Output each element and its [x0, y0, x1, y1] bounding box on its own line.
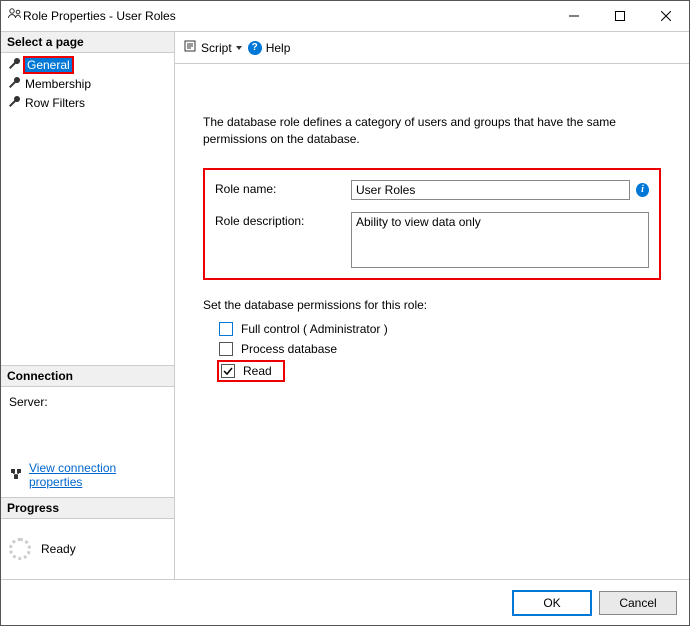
- dialog-window: Role Properties - User Roles Select a pa…: [0, 0, 690, 626]
- window-title: Role Properties - User Roles: [23, 9, 551, 23]
- page-membership[interactable]: Membership: [1, 74, 174, 93]
- connection-section: Connection Server: View connection prope…: [1, 365, 174, 497]
- titlebar: Role Properties - User Roles: [1, 1, 689, 31]
- maximize-button[interactable]: [597, 1, 643, 31]
- cancel-label: Cancel: [619, 596, 656, 610]
- info-icon[interactable]: i: [636, 183, 649, 197]
- perm-label: Process database: [241, 342, 337, 356]
- titlebar-icon: [7, 7, 23, 26]
- role-desc-label: Role description:: [215, 212, 335, 228]
- main-panel: The database role defines a category of …: [175, 64, 689, 579]
- content-toolbar: Script ? Help: [175, 32, 689, 64]
- cancel-button[interactable]: Cancel: [599, 591, 677, 615]
- view-connection-link[interactable]: View connection properties: [29, 461, 166, 489]
- help-button[interactable]: ? Help: [248, 41, 291, 55]
- page-row-filters[interactable]: Row Filters: [1, 93, 174, 112]
- content-area: Script ? Help The database role defines …: [175, 32, 689, 579]
- page-list: General Membership Row Filters: [1, 53, 174, 114]
- connection-header: Connection: [1, 366, 174, 387]
- page-label: Membership: [25, 77, 91, 91]
- script-label: Script: [201, 41, 232, 55]
- wrench-icon: [7, 94, 21, 111]
- progress-section: Progress Ready: [1, 497, 174, 579]
- checkbox-icon: [219, 322, 233, 336]
- server-label: Server:: [9, 395, 166, 409]
- page-label: General: [25, 58, 72, 72]
- wrench-icon: [7, 56, 21, 73]
- progress-ring-icon: [9, 538, 31, 560]
- help-label: Help: [266, 41, 291, 55]
- role-name-block: Role name: i Role description: Ability t…: [203, 168, 661, 280]
- script-button[interactable]: Script: [183, 39, 242, 56]
- wrench-icon: [7, 75, 21, 92]
- page-label: Row Filters: [25, 96, 85, 110]
- minimize-button[interactable]: [551, 1, 597, 31]
- page-general[interactable]: General: [1, 55, 174, 74]
- role-name-input[interactable]: [351, 180, 630, 200]
- permissions-header: Set the database permissions for this ro…: [203, 298, 661, 312]
- role-desc-input[interactable]: Ability to view data only: [351, 212, 649, 268]
- help-icon: ?: [248, 41, 262, 55]
- perm-label: Full control ( Administrator ): [241, 322, 388, 336]
- chevron-down-icon: [236, 46, 242, 50]
- progress-header: Progress: [1, 498, 174, 519]
- perm-read[interactable]: Read: [219, 362, 283, 380]
- perm-full-control[interactable]: Full control ( Administrator ): [219, 322, 661, 336]
- perm-label: Read: [243, 364, 272, 378]
- perm-process-database[interactable]: Process database: [219, 342, 661, 356]
- checkbox-icon: [219, 342, 233, 356]
- progress-status: Ready: [41, 542, 76, 556]
- select-page-header: Select a page: [1, 32, 174, 53]
- dialog-footer: OK Cancel: [1, 579, 689, 625]
- ok-button[interactable]: OK: [513, 591, 591, 615]
- checkbox-icon: [221, 364, 235, 378]
- ok-label: OK: [543, 596, 560, 610]
- sidebar: Select a page General Membership Row Fil…: [1, 32, 175, 579]
- script-icon: [183, 39, 197, 56]
- close-button[interactable]: [643, 1, 689, 31]
- dialog-body: Select a page General Membership Row Fil…: [1, 31, 689, 579]
- permissions-block: Set the database permissions for this ro…: [203, 298, 661, 380]
- role-name-label: Role name:: [215, 180, 335, 196]
- connection-icon: [9, 467, 23, 484]
- intro-text: The database role defines a category of …: [203, 114, 661, 148]
